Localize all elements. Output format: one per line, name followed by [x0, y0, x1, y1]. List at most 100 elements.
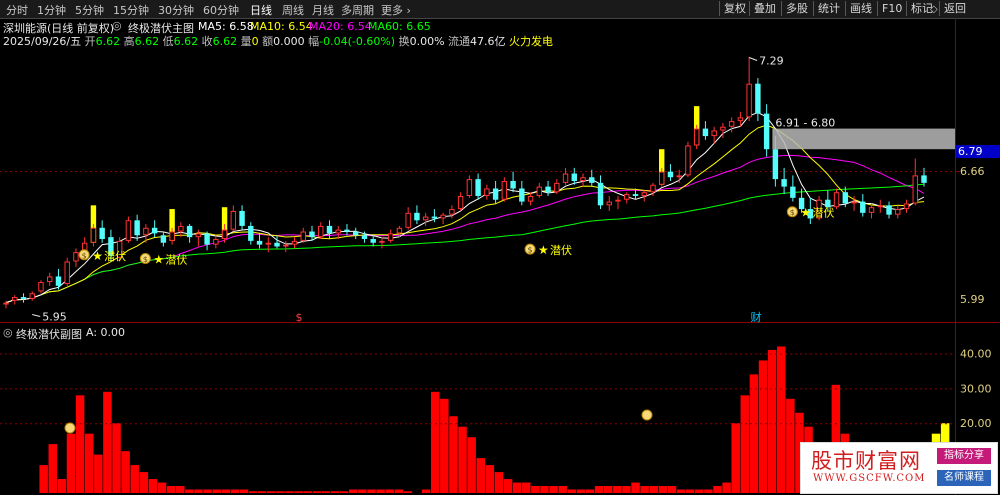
candle-body — [387, 233, 394, 241]
sub-bar — [121, 451, 130, 493]
candle-body — [379, 240, 385, 243]
signal-label: 潜伏 — [104, 249, 126, 263]
candle-body — [431, 216, 438, 219]
candle-body — [842, 192, 849, 204]
sub-bar — [503, 479, 513, 493]
high-price-label: 7.29 — [759, 54, 784, 67]
candle-body — [868, 207, 875, 213]
candle-body — [571, 173, 577, 181]
sub-bar — [421, 489, 431, 493]
sub-bar — [75, 395, 85, 493]
sub-bar — [476, 458, 486, 493]
candle-body — [195, 233, 202, 238]
candle-body — [912, 175, 918, 204]
ma60-line — [5, 183, 925, 304]
candle-body — [895, 209, 901, 215]
sub-collapse-icon[interactable]: ◎ — [3, 326, 13, 339]
sub-bar — [576, 489, 586, 493]
sub-axis-label: 30.00 — [960, 382, 992, 395]
candle-body — [457, 195, 464, 210]
sub-bar — [239, 489, 249, 493]
candle-body — [318, 225, 324, 238]
candle-body — [519, 188, 525, 202]
sub-bar — [57, 479, 67, 493]
sub-bar — [749, 374, 759, 493]
candle-body — [370, 239, 376, 243]
candle-body — [921, 175, 927, 183]
candle-body — [134, 220, 140, 236]
candle-body — [851, 201, 857, 204]
sub-bar — [485, 465, 495, 493]
candle-body — [763, 113, 770, 150]
sub-bar — [212, 489, 221, 493]
price-axis-bottom: 5.99 — [960, 293, 985, 306]
candle-body — [676, 175, 682, 178]
candle-body — [125, 220, 132, 241]
signal-label: 潜伏 — [812, 206, 834, 220]
watermark-tag-course: 名师课程 — [937, 470, 991, 486]
candle-body — [449, 209, 455, 215]
sub-bar — [385, 489, 394, 493]
sub-bar — [449, 416, 458, 493]
sub-bar — [330, 491, 340, 493]
star-icon: ★ — [538, 243, 549, 257]
sub-bar — [103, 391, 112, 493]
candle-body — [20, 297, 27, 299]
candle-body — [781, 179, 787, 187]
site-watermark: 股市财富网 WWW.GSCFW.COM 指标分享 名师课程 — [800, 442, 998, 494]
quote-line: 2025/09/26/五 开6.62 高6.62 低6.62 收6.62 量0 … — [3, 35, 554, 48]
candle-body — [47, 276, 53, 283]
low-price-label: 5.95 — [42, 311, 67, 324]
signal-label: 潜伏 — [165, 253, 187, 267]
sub-bar — [658, 486, 668, 493]
sub-bar — [776, 346, 786, 493]
candle-body — [650, 184, 656, 193]
range-box — [772, 128, 955, 150]
candle-body — [396, 227, 403, 234]
candle-body — [545, 186, 551, 193]
price-axis-current: 6.79 — [958, 145, 983, 158]
candle-body — [580, 177, 586, 181]
candle-body — [790, 186, 796, 198]
sub-bar — [48, 444, 58, 493]
candle-body — [501, 181, 508, 200]
collapse-icon[interactable]: ◎ — [112, 19, 122, 32]
sub-bar — [704, 489, 713, 493]
candle-body — [73, 252, 79, 262]
sub-bar — [376, 489, 385, 493]
candle-body — [597, 182, 604, 206]
sub-bar — [39, 465, 48, 493]
sub-bar — [176, 486, 185, 493]
sub-bar — [294, 491, 303, 493]
candle-body — [239, 210, 245, 226]
sub-bar — [312, 491, 322, 493]
sub-indicator-name[interactable]: 终极潜伏副图 — [16, 326, 82, 342]
sub-bar — [148, 479, 158, 493]
candle-body — [667, 171, 674, 178]
sub-bar — [622, 486, 631, 493]
money-bag-symbol: $ — [82, 251, 87, 260]
sub-bar — [94, 454, 103, 493]
sub-bar — [221, 489, 231, 493]
sub-bar — [731, 423, 740, 493]
sub-money-icon — [64, 422, 76, 434]
candle-body — [606, 201, 612, 206]
candle-body — [160, 235, 167, 243]
candle-body — [903, 203, 910, 210]
candle-body — [877, 205, 883, 208]
candle-body — [772, 149, 779, 180]
candle-body — [720, 126, 726, 131]
candle-body — [90, 227, 97, 243]
sub-bar — [649, 486, 659, 493]
candle-body — [169, 231, 175, 241]
candle-body — [29, 293, 35, 299]
sub-bar — [631, 482, 640, 493]
sub-bar — [194, 489, 203, 493]
candle-body — [711, 130, 717, 137]
candle-body — [361, 235, 368, 240]
money-bag-symbol: $ — [528, 246, 533, 255]
sub-bar — [594, 486, 604, 493]
sub-bar — [494, 472, 504, 493]
sub-bar — [349, 489, 358, 493]
candle-body — [248, 225, 254, 241]
